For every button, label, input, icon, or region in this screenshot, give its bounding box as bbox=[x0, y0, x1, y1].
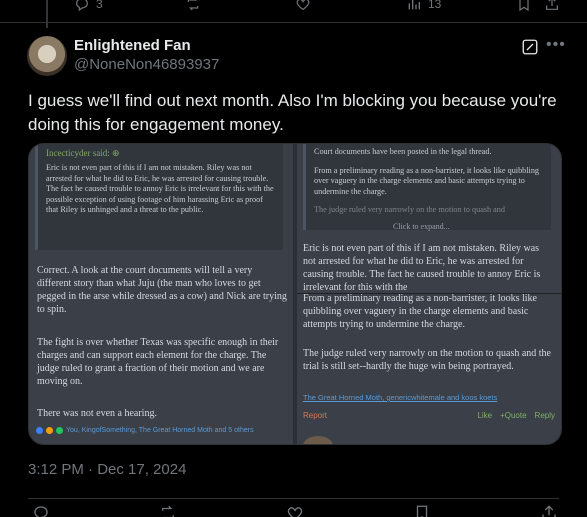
reply-icon bbox=[76, 0, 88, 12]
forum-paragraph: From a preliminary reading as a non-barr… bbox=[303, 293, 537, 330]
share-button[interactable] bbox=[544, 0, 560, 12]
tweet-text: I guess we'll find out next month. Also … bbox=[28, 91, 557, 134]
stats-divider bbox=[28, 498, 559, 499]
post-divider bbox=[0, 22, 587, 23]
share-icon[interactable] bbox=[540, 504, 558, 517]
views-button[interactable]: 13 bbox=[406, 0, 441, 12]
more-options-button[interactable]: ••• bbox=[546, 36, 566, 54]
avatar[interactable] bbox=[27, 36, 67, 76]
quote-text: Eric is not even part of this if I am no… bbox=[46, 163, 274, 214]
display-name[interactable]: Enlightened Fan bbox=[74, 37, 191, 54]
reaction-users: You, KingofSomething, The Great Horned M… bbox=[66, 427, 254, 434]
bookmark-icon bbox=[519, 0, 529, 12]
repost-icon[interactable] bbox=[159, 504, 177, 517]
reaction-list: You, KingofSomething, The Great Horned M… bbox=[36, 427, 286, 434]
reaction-users: The Great Horned Moth, genericwhitemale … bbox=[303, 393, 498, 402]
forum-post-actions: Report Like +Quote Reply bbox=[303, 411, 555, 420]
click-to-expand: Click to expand... bbox=[393, 222, 450, 231]
quote-line: The judge ruled very narrowly on the mot… bbox=[314, 205, 505, 214]
reply-button[interactable]: 3 bbox=[74, 0, 103, 12]
reaction-icon bbox=[36, 427, 43, 434]
forum-paragraph: The judge ruled very narrowly on the mot… bbox=[303, 348, 551, 372]
forum-paragraph: Eric is not even part of this if I am no… bbox=[303, 243, 541, 293]
quote-label: +Quote bbox=[500, 411, 527, 420]
grok-icon bbox=[522, 39, 538, 55]
heart-icon[interactable] bbox=[286, 504, 304, 517]
report-label: Report bbox=[303, 411, 328, 420]
grok-button[interactable] bbox=[521, 38, 539, 56]
forum-paragraph: The fight is over whether Texas was spec… bbox=[37, 337, 279, 387]
media-image-right[interactable]: Court documents have been posted in the … bbox=[297, 144, 561, 444]
forum-quote: Court documents have been posted in the … bbox=[303, 144, 551, 230]
analytics-icon bbox=[408, 0, 420, 10]
reply-count: 3 bbox=[96, 0, 103, 11]
like-button[interactable] bbox=[295, 0, 311, 12]
reply-icon[interactable] bbox=[32, 504, 50, 517]
like-label: Like bbox=[477, 411, 493, 420]
tweet-media[interactable]: Incecticyder said: ⊕ Eric is not even pa… bbox=[28, 143, 562, 445]
quote-line: From a preliminary reading as a non-barr… bbox=[314, 165, 540, 196]
reaction-icon bbox=[46, 427, 53, 434]
forum-paragraph: There was not even a hearing. bbox=[37, 408, 157, 419]
bookmark-button[interactable] bbox=[516, 0, 532, 12]
handle[interactable]: @NoneNon46893937 bbox=[74, 56, 219, 73]
previous-post-actions: 3 13 bbox=[0, 0, 587, 16]
next-post-avatar bbox=[303, 436, 333, 444]
forum-quote: Incecticyder said: ⊕ Eric is not even pa… bbox=[35, 144, 283, 250]
reply-label: Reply bbox=[534, 411, 555, 420]
timestamp[interactable]: 3:12 PM · Dec 17, 2024 bbox=[28, 461, 186, 478]
repost-icon bbox=[187, 0, 199, 11]
bookmark-icon[interactable] bbox=[413, 504, 431, 517]
heart-icon bbox=[296, 0, 310, 11]
reaction-icon bbox=[56, 427, 63, 434]
forum-paragraph: Correct. A look at the court documents w… bbox=[37, 265, 287, 315]
media-image-left[interactable]: Incecticyder said: ⊕ Eric is not even pa… bbox=[29, 144, 293, 444]
repost-button[interactable] bbox=[185, 0, 201, 12]
share-icon bbox=[546, 0, 558, 10]
quote-author: Incecticyder said: ⊕ bbox=[46, 148, 120, 158]
quote-line: Court documents have been posted in the … bbox=[314, 147, 492, 156]
views-count: 13 bbox=[428, 0, 442, 11]
more-icon: ••• bbox=[546, 36, 566, 53]
